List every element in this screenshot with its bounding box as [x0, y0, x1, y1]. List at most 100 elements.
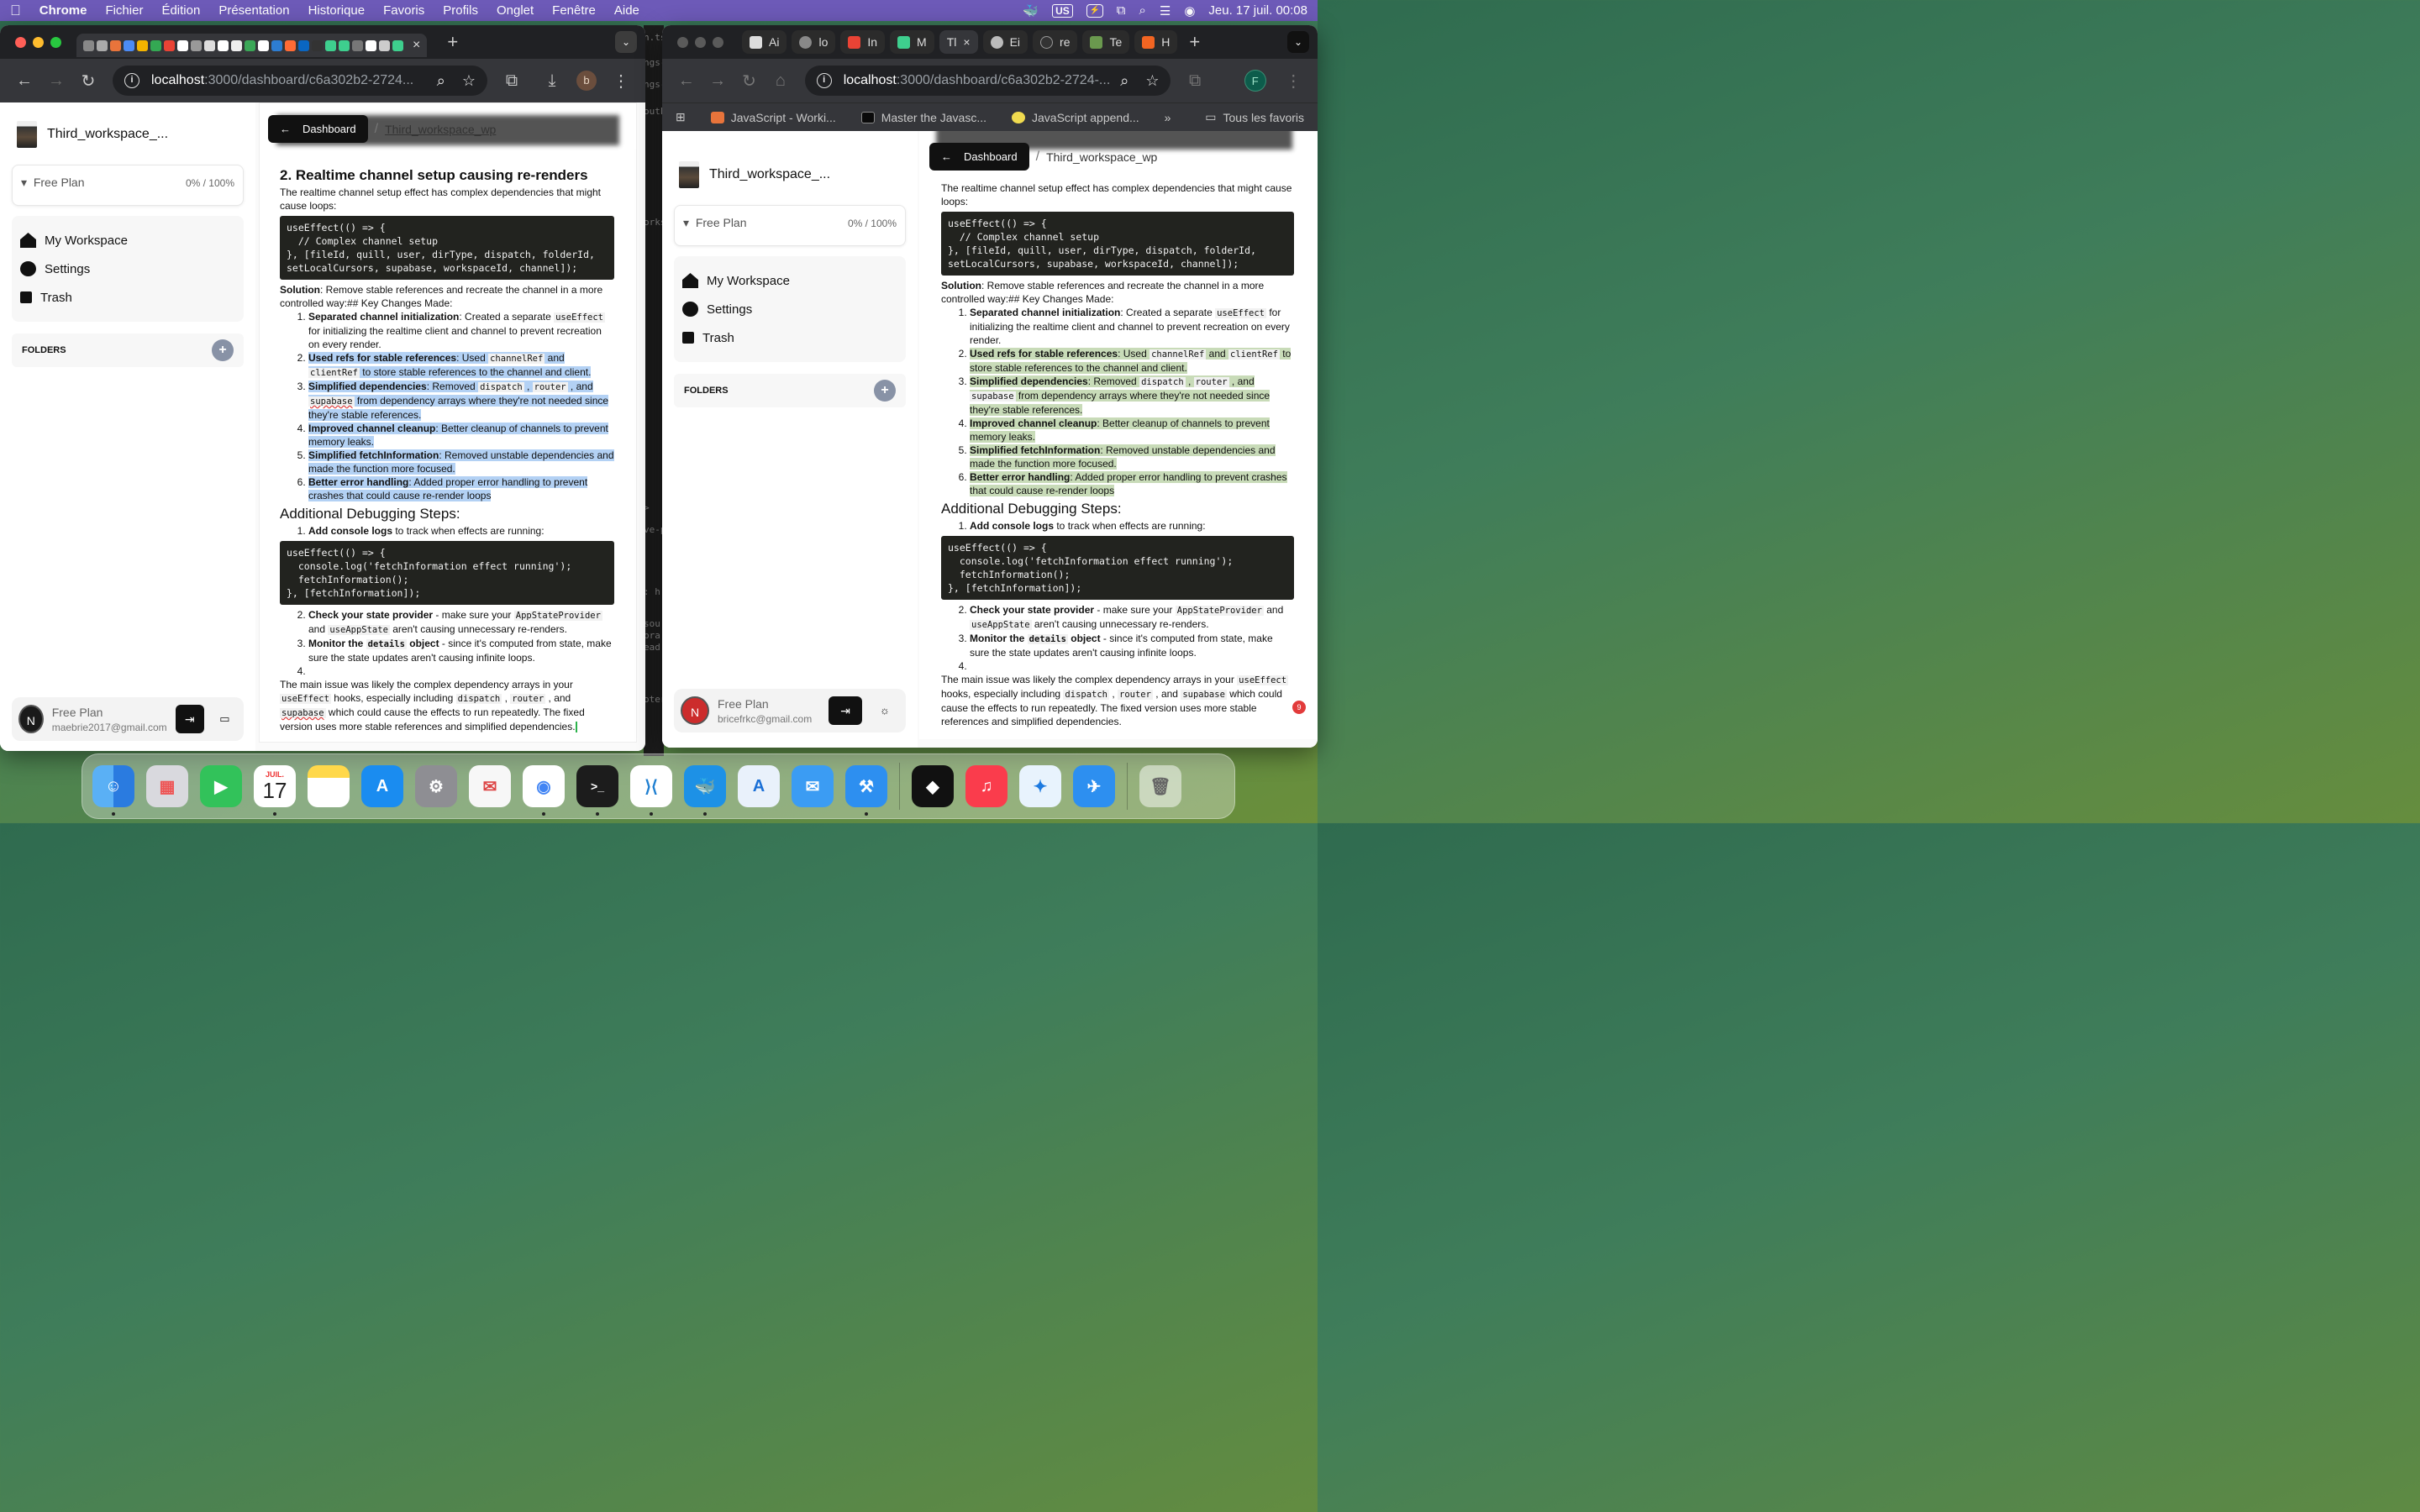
reload-icon[interactable]: ↻	[72, 71, 104, 92]
tab-favicon[interactable]	[312, 39, 323, 51]
tab-favicon[interactable]	[150, 39, 161, 51]
logout-button[interactable]: ⇥	[175, 705, 204, 733]
tab-favicon[interactable]	[177, 39, 188, 51]
tab-favicon[interactable]	[258, 39, 269, 51]
home-icon[interactable]: ⌂	[765, 71, 796, 91]
tab-favicon[interactable]	[285, 39, 296, 51]
dock-terminal-icon[interactable]: >_	[576, 765, 618, 816]
tab-favicon[interactable]	[110, 39, 121, 51]
menu-app-name[interactable]: Chrome	[39, 3, 87, 18]
tab-favicon[interactable]	[124, 39, 134, 51]
dock-instruments-icon[interactable]: A	[738, 765, 780, 807]
workspace-header[interactable]: Third_workspace_...	[17, 121, 239, 148]
tab-favicon[interactable]	[339, 39, 350, 51]
menubar-clock[interactable]: Jeu. 17 juil. 00:08	[1208, 3, 1307, 18]
dock-facetime-icon[interactable]: ▶	[200, 765, 242, 807]
dock-finder-icon[interactable]: ☺	[92, 765, 134, 816]
tab-favicon[interactable]	[164, 39, 175, 51]
kebab-menu-icon[interactable]: ⋮	[605, 71, 637, 92]
siri-icon[interactable]: ◉	[1184, 3, 1195, 18]
extensions-puzzle-icon[interactable]: ⧉	[1179, 71, 1210, 91]
nav-settings[interactable]: Settings	[682, 295, 897, 323]
dock-parallels-icon[interactable]: ◆	[912, 765, 954, 807]
download-icon[interactable]: ⤓	[536, 71, 568, 91]
control-center-icon[interactable]: ☰	[1160, 3, 1171, 18]
notification-badge[interactable]: 9	[1292, 701, 1306, 714]
dock-calendar-icon[interactable]: JUIL. 17	[254, 765, 296, 816]
tab-favicon[interactable]	[218, 39, 229, 51]
tab-favicon[interactable]	[325, 39, 336, 51]
all-bookmarks-folder[interactable]: ▭ Tous les favoris	[1205, 110, 1304, 124]
document-editor[interactable]: ← Dashboard / Third_workspace_wp The real…	[919, 131, 1318, 739]
dock-music-icon[interactable]: ♫	[965, 765, 1007, 807]
screen-mirroring-icon[interactable]: ⧉	[1117, 3, 1126, 18]
tab-favicon[interactable]	[271, 39, 282, 51]
plan-card[interactable]: ▾ Free Plan 0% / 100%	[12, 165, 244, 206]
pinned-tabs-strip[interactable]: ×	[76, 34, 428, 57]
add-folder-button[interactable]: +	[874, 380, 896, 402]
profile-avatar[interactable]: b	[576, 71, 597, 91]
zoom-icon[interactable]: ⌕	[1120, 72, 1128, 90]
site-info-icon[interactable]: i	[816, 73, 832, 88]
nav-my-workspace[interactable]: My Workspace	[20, 226, 235, 255]
zoom-window-button[interactable]	[50, 36, 61, 48]
dock-trash-icon[interactable]: 🗑	[1139, 765, 1181, 807]
new-tab-button[interactable]: +	[1189, 31, 1200, 53]
battery-icon[interactable]: ⚡	[1086, 3, 1103, 18]
menu-profils[interactable]: Profils	[443, 3, 478, 18]
document-content[interactable]: The realtime channel setup effect has co…	[941, 181, 1294, 728]
bookmark-item[interactable]: Master the Javasc...	[860, 111, 986, 124]
tab-favicon[interactable]	[83, 39, 94, 51]
document-editor[interactable]: ← Dashboard / Third_workspace_wp 2. Realt…	[259, 102, 637, 743]
dock-simulator-icon[interactable]: ✈	[1073, 765, 1115, 807]
docker-status-icon[interactable]: 🐳	[1023, 3, 1039, 18]
tab[interactable]: lo	[792, 30, 836, 54]
menu-favoris[interactable]: Favoris	[383, 3, 424, 18]
site-info-icon[interactable]: i	[124, 73, 139, 88]
tab-favicon[interactable]	[97, 39, 108, 51]
nav-trash[interactable]: Trash	[20, 283, 235, 312]
dashboard-back-button[interactable]: ← Dashboard	[929, 143, 1029, 171]
dock-docker-icon[interactable]: 🐳	[684, 765, 726, 816]
plan-card[interactable]: ▾ Free Plan 0% / 100%	[674, 205, 906, 246]
breadcrumb-workspace-link[interactable]: Third_workspace_wp	[385, 123, 496, 136]
dock-launchpad-icon[interactable]: ▦	[146, 765, 188, 807]
dock-airmail-icon[interactable]: ✉	[469, 765, 511, 807]
tab[interactable]: Te	[1082, 30, 1130, 54]
apple-menu-icon[interactable]: 	[10, 3, 21, 19]
nav-settings[interactable]: Settings	[20, 255, 235, 283]
bookmark-item[interactable]: JavaScript append...	[1012, 111, 1139, 124]
kebab-menu-icon[interactable]: ⋮	[1278, 71, 1309, 92]
tab-favicon[interactable]	[379, 39, 390, 51]
user-avatar[interactable]: N	[681, 696, 709, 725]
tab-search-chevron-icon[interactable]: ⌄	[615, 31, 637, 53]
workspace-header[interactable]: Third_workspace_...	[679, 161, 901, 188]
theme-toggle-sun-icon[interactable]: ☼	[871, 696, 899, 725]
close-window-button[interactable]	[677, 36, 688, 48]
menu-historique[interactable]: Historique	[308, 3, 366, 18]
tab-favicon[interactable]	[298, 39, 309, 51]
user-avatar[interactable]: N	[18, 705, 44, 733]
tab-favicon[interactable]	[352, 39, 363, 51]
tab[interactable]: Ei	[982, 30, 1028, 54]
tab[interactable]: M	[890, 30, 934, 54]
minimize-window-button[interactable]	[695, 36, 706, 48]
dock-safari-icon[interactable]: ✦	[1019, 765, 1061, 807]
reload-icon[interactable]: ↻	[734, 71, 765, 92]
bookmark-star-icon[interactable]: ☆	[1145, 72, 1159, 90]
minimize-window-button[interactable]	[33, 36, 44, 48]
address-bar[interactable]: i localhost:3000/dashboard/c6a302b2-2724…	[113, 66, 487, 96]
keyboard-layout-indicator[interactable]: US	[1052, 3, 1073, 18]
profile-avatar[interactable]: F	[1244, 70, 1266, 92]
close-window-button[interactable]	[15, 36, 26, 48]
tab[interactable]: H	[1134, 30, 1178, 54]
menu-fichier[interactable]: Fichier	[105, 3, 143, 18]
tab-favicon[interactable]	[366, 39, 376, 51]
close-tab-icon[interactable]: ×	[963, 35, 970, 49]
dock-chrome-icon[interactable]: ◉	[523, 765, 565, 816]
dock-xcode-icon[interactable]: ⚒	[845, 765, 887, 816]
tab-search-chevron-icon[interactable]: ⌄	[1287, 31, 1309, 53]
address-bar[interactable]: i localhost:3000/dashboard/c6a302b2-2724…	[804, 66, 1171, 96]
menu-fenetre[interactable]: Fenêtre	[552, 3, 596, 18]
tab-favicon[interactable]	[204, 39, 215, 51]
